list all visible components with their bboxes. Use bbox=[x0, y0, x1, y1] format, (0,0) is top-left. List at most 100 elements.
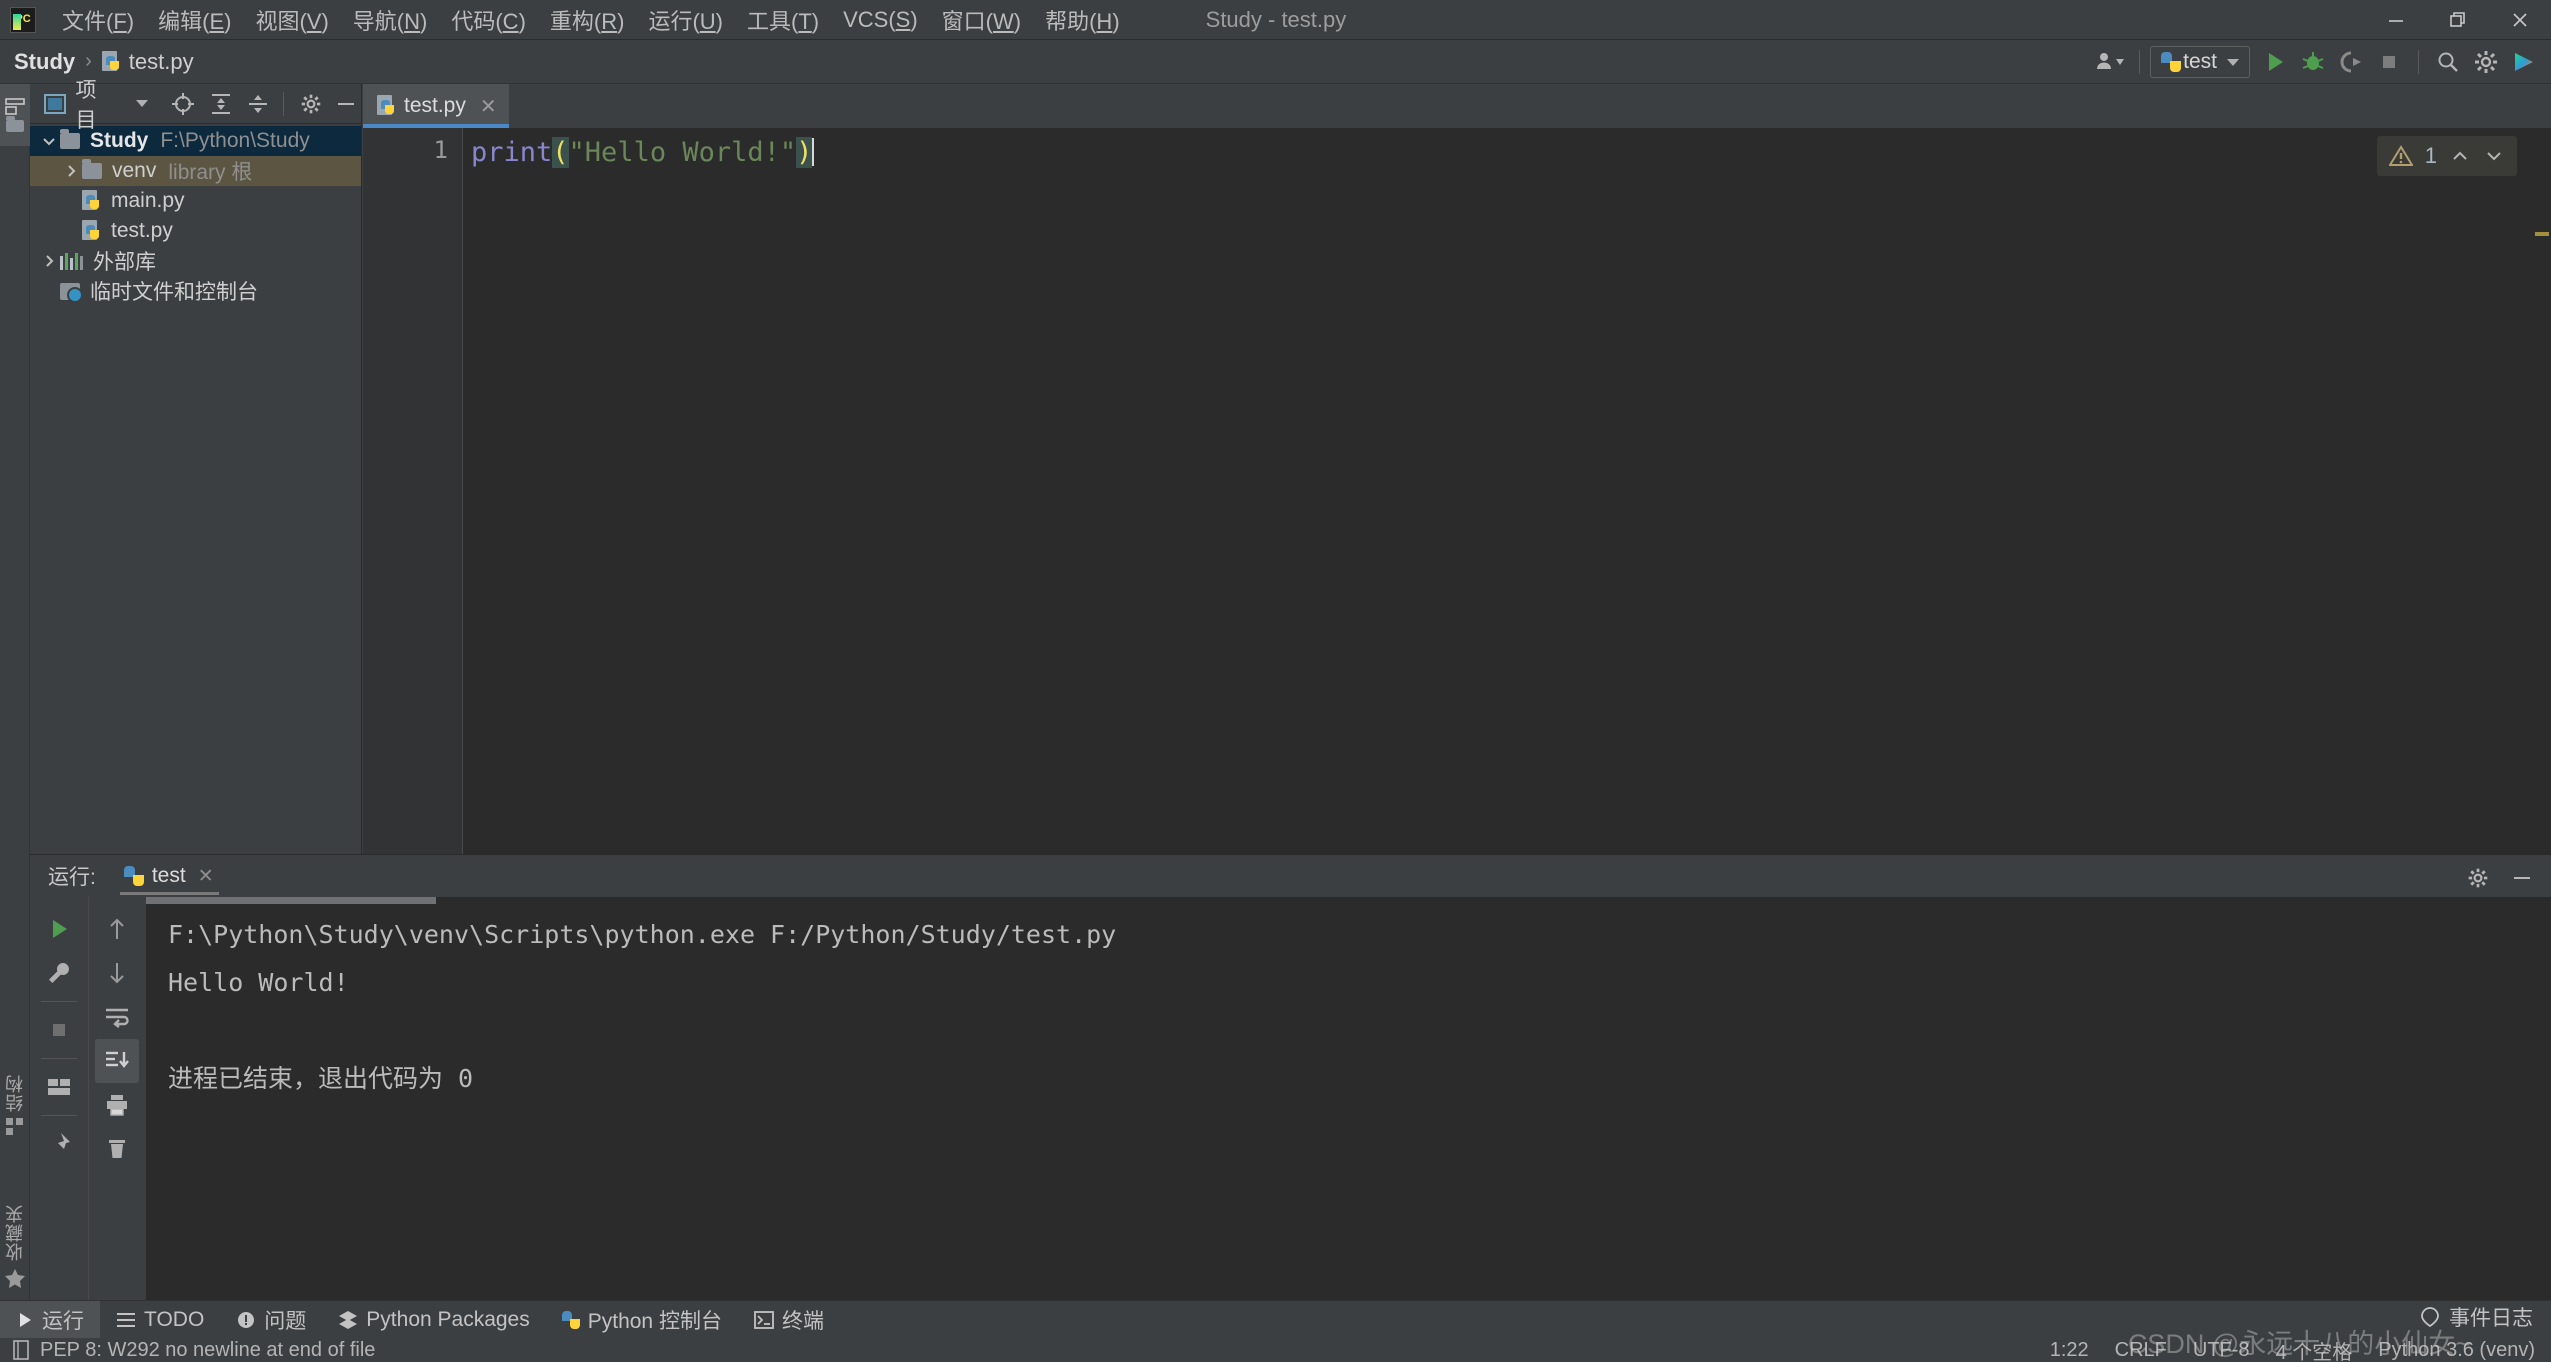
search-icon[interactable] bbox=[2429, 43, 2467, 81]
inspection-marker[interactable] bbox=[2535, 232, 2549, 236]
chevron-right-icon[interactable] bbox=[60, 163, 82, 179]
tool-window-button-python-packages[interactable]: Python Packages bbox=[322, 1301, 545, 1339]
project-tree: Study F:\Python\Study venv library 根 mai… bbox=[30, 124, 361, 306]
trash-icon[interactable] bbox=[95, 1127, 139, 1171]
editor-tab-bar: test.py ✕ bbox=[363, 84, 2551, 128]
debug-icon[interactable] bbox=[2294, 43, 2332, 81]
tree-item-label: main.py bbox=[111, 189, 185, 212]
updates-icon[interactable] bbox=[2505, 43, 2543, 81]
scroll-to-end-icon[interactable] bbox=[94, 1039, 139, 1083]
python-file-icon bbox=[377, 95, 397, 117]
chevron-down-icon[interactable] bbox=[38, 133, 60, 149]
tree-item-main-py[interactable]: main.py bbox=[30, 186, 361, 216]
menu-item-edit[interactable]: 编辑(E) bbox=[146, 2, 243, 38]
python-file-icon bbox=[101, 50, 122, 73]
settings-gear-icon[interactable] bbox=[2467, 43, 2505, 81]
expand-all-icon[interactable] bbox=[206, 89, 236, 119]
sidebar-item-favorites[interactable]: 收藏夹 bbox=[0, 1204, 30, 1289]
toolbar-separator-2 bbox=[2418, 50, 2419, 74]
tool-window-button-todo[interactable]: TODO bbox=[100, 1301, 220, 1339]
tree-item-scratches[interactable]: 临时文件和控制台 bbox=[30, 276, 361, 306]
hide-icon[interactable] bbox=[332, 89, 362, 119]
token-close-paren: ) bbox=[796, 137, 813, 168]
menu-item-code[interactable]: 代码(C) bbox=[439, 2, 538, 38]
close-icon[interactable]: ✕ bbox=[198, 865, 214, 888]
print-icon[interactable] bbox=[95, 1083, 139, 1127]
tree-item-venv[interactable]: venv library 根 bbox=[30, 156, 361, 186]
run-icon[interactable] bbox=[2256, 43, 2294, 81]
menu-item-vcs[interactable]: VCS(S) bbox=[831, 5, 930, 35]
arrow-down-icon[interactable] bbox=[95, 951, 139, 995]
menu-item-refactor[interactable]: 重构(R) bbox=[538, 2, 637, 38]
project-panel-title: 项目 bbox=[75, 78, 97, 132]
settings-gear-icon[interactable] bbox=[296, 89, 326, 119]
menu-item-file[interactable]: 文件(F) bbox=[50, 2, 146, 38]
breadcrumb-item-project[interactable]: Study bbox=[14, 49, 75, 75]
tool-window-button-run[interactable]: 运行 bbox=[0, 1300, 100, 1339]
packages-icon bbox=[339, 1310, 358, 1329]
chevron-up-icon[interactable] bbox=[2449, 147, 2471, 165]
scrollbar-thumb[interactable] bbox=[146, 897, 436, 904]
python-interpreter[interactable]: Python 3.6 (venv) bbox=[2378, 1339, 2535, 1362]
tree-item-external-libraries[interactable]: 外部库 bbox=[30, 246, 361, 276]
tool-window-label: 问题 bbox=[264, 1309, 307, 1333]
run-configuration-selector[interactable]: test bbox=[2150, 46, 2250, 78]
editor-tab-test-py[interactable]: test.py ✕ bbox=[363, 84, 509, 128]
panel-separator bbox=[283, 91, 284, 116]
run-panel-header: 运行: test ✕ bbox=[30, 855, 2551, 897]
account-icon[interactable] bbox=[2091, 43, 2129, 81]
terminal-icon bbox=[754, 1310, 774, 1329]
tool-window-label: Python Packages bbox=[366, 1307, 530, 1331]
arrow-up-icon[interactable] bbox=[95, 907, 139, 951]
tool-window-button-python-console[interactable]: Python 控制台 bbox=[546, 1301, 738, 1339]
tool-window-button-terminal[interactable]: 终端 bbox=[738, 1301, 840, 1339]
breadcrumb-item-file[interactable]: test.py bbox=[129, 49, 194, 75]
locate-file-icon[interactable] bbox=[168, 89, 198, 119]
editor-area: test.py ✕ 1 print("Hello World!") 1 bbox=[363, 84, 2551, 898]
chevron-down-icon[interactable] bbox=[2483, 147, 2505, 165]
indent-setting[interactable]: 4 个空格 bbox=[2276, 1336, 2353, 1362]
stop-icon[interactable] bbox=[37, 1008, 81, 1052]
console-output[interactable]: F:\Python\Study\venv\Scripts\python.exe … bbox=[146, 897, 2551, 1301]
soft-wrap-icon[interactable] bbox=[95, 995, 139, 1039]
wrench-icon[interactable] bbox=[37, 951, 81, 995]
settings-gear-icon[interactable] bbox=[2459, 859, 2497, 897]
close-icon[interactable]: ✕ bbox=[480, 94, 497, 119]
hide-icon[interactable] bbox=[2503, 859, 2541, 897]
menu-item-window[interactable]: 窗口(W) bbox=[930, 2, 1033, 38]
sidebar-item-project[interactable] bbox=[0, 84, 30, 146]
inspection-widget[interactable]: 1 bbox=[2376, 136, 2517, 176]
console-horizontal-scrollbar[interactable] bbox=[146, 897, 2551, 905]
file-encoding[interactable]: UTF-8 bbox=[2193, 1339, 2250, 1362]
tree-item-test-py[interactable]: test.py bbox=[30, 216, 361, 246]
python-file-icon bbox=[82, 190, 102, 212]
restore-icon[interactable] bbox=[2427, 0, 2489, 40]
menu-item-help[interactable]: 帮助(H) bbox=[1033, 2, 1132, 38]
chevron-down-icon[interactable] bbox=[127, 89, 157, 119]
close-icon[interactable] bbox=[2489, 0, 2551, 40]
menu-item-view[interactable]: 视图(V) bbox=[243, 2, 340, 38]
line-separator[interactable]: CRLF bbox=[2115, 1339, 2167, 1362]
menu-item-navigate[interactable]: 导航(N) bbox=[341, 2, 440, 38]
layout-icon[interactable] bbox=[37, 1065, 81, 1109]
menu-item-run[interactable]: 运行(U) bbox=[636, 2, 735, 38]
tool-window-button-problems[interactable]: 问题 bbox=[220, 1301, 322, 1339]
caret-position[interactable]: 1:22 bbox=[2050, 1339, 2089, 1362]
chevron-right-icon[interactable] bbox=[38, 253, 60, 269]
folder-icon bbox=[82, 159, 102, 179]
code-editor[interactable]: 1 print("Hello World!") 1 bbox=[363, 128, 2551, 898]
pin-icon[interactable] bbox=[37, 1122, 81, 1166]
sidebar-item-structure[interactable]: 结构 bbox=[0, 1074, 30, 1136]
stop-icon[interactable] bbox=[2370, 43, 2408, 81]
code-line-1[interactable]: print("Hello World!") bbox=[471, 136, 815, 170]
run-tab-test[interactable]: test ✕ bbox=[114, 855, 224, 897]
rerun-icon[interactable] bbox=[37, 907, 81, 951]
python-config-icon bbox=[2161, 52, 2182, 72]
run-coverage-icon[interactable] bbox=[2332, 43, 2370, 81]
event-log-button[interactable]: 事件日志 bbox=[2419, 1302, 2533, 1332]
menu-item-tools[interactable]: 工具(T) bbox=[735, 2, 831, 38]
editor-vertical-scrollbar[interactable] bbox=[2533, 172, 2551, 898]
event-log-icon bbox=[2421, 1307, 2439, 1328]
collapse-all-icon[interactable] bbox=[243, 89, 273, 119]
minimize-icon[interactable] bbox=[2365, 0, 2427, 40]
